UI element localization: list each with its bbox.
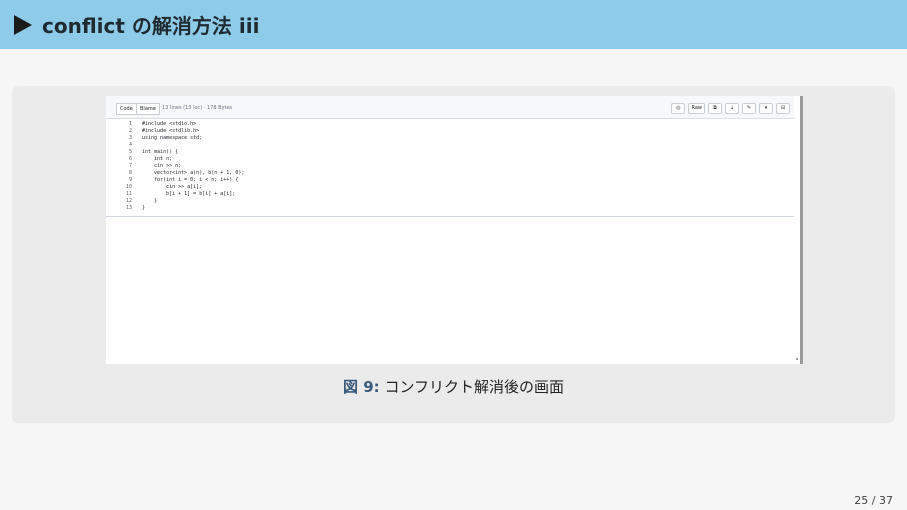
editor-screenshot: Code Blame 13 lines (13 loc) · 178 Bytes… xyxy=(106,96,803,364)
line-number: 2 xyxy=(128,128,132,134)
code-line: 10 cin >> a[i]; xyxy=(106,184,794,190)
figure-label: 図 9: xyxy=(342,378,380,396)
code-text: for(int i = 0; i < n; i++) { xyxy=(142,177,239,183)
edit-icon[interactable]: ✎ xyxy=(742,103,756,114)
code-text: #include <stdio.h> xyxy=(142,121,197,127)
line-number: 9 xyxy=(128,177,132,183)
code-text: int n; xyxy=(142,156,173,162)
slide-title: conflict の解消方法 iii xyxy=(42,14,260,38)
page-number: 25 / 37 xyxy=(854,494,893,507)
code-text: } xyxy=(142,198,158,204)
code-text: cin >> n; xyxy=(142,163,182,169)
line-number: 7 xyxy=(128,163,132,169)
code-area: 1 #include <stdio.h> 2 #include <stdlib.h> 3… xyxy=(106,121,794,217)
code-text: using namespace std; xyxy=(142,135,203,141)
line-number: 3 xyxy=(128,135,132,141)
code-line: 5 int main() { xyxy=(106,149,794,155)
line-number: 10 xyxy=(125,184,132,190)
scrollbar[interactable] xyxy=(796,358,798,360)
code-text: cin >> a[i]; xyxy=(142,184,203,190)
code-line: 1 #include <stdio.h> xyxy=(106,121,794,127)
more-icon[interactable]: ▾ xyxy=(759,103,773,114)
code-text: } xyxy=(142,205,146,211)
code-line: 3 using namespace std; xyxy=(106,135,794,141)
panel-icon[interactable]: ⊟ xyxy=(776,103,790,114)
line-number: 1 xyxy=(128,121,132,127)
code-line: 7 cin >> n; xyxy=(106,163,794,169)
code-text: int main() { xyxy=(142,149,179,155)
copilot-icon[interactable]: ◎ xyxy=(671,103,686,114)
editor-toolbar: Code Blame 13 lines (13 loc) · 178 Bytes… xyxy=(106,96,794,119)
figure-box: Code Blame 13 lines (13 loc) · 178 Bytes… xyxy=(12,86,895,423)
line-number: 8 xyxy=(128,170,132,176)
raw-button[interactable]: Raw xyxy=(688,103,705,114)
toolbar-actions: ◎ Raw ⧉ ↓ ✎ ▾ ⊟ xyxy=(671,103,790,114)
tab-code[interactable]: Code xyxy=(116,103,137,115)
code-text: #include <stdlib.h> xyxy=(142,128,200,134)
code-line: 8 vector<int> a(n), b(n + 1, 0); xyxy=(106,170,794,176)
download-icon[interactable]: ↓ xyxy=(725,103,739,114)
code-line: 4 xyxy=(106,142,794,148)
code-line: 11 b[i + 1] = b[i] + a[i]; xyxy=(106,191,794,197)
line-number: 11 xyxy=(125,191,132,197)
line-number: 6 xyxy=(128,156,132,162)
code-line: 2 #include <stdlib.h> xyxy=(106,128,794,134)
code-line: 13} xyxy=(106,205,794,211)
code-text: vector<int> a(n), b(n + 1, 0); xyxy=(142,170,245,176)
copy-icon[interactable]: ⧉ xyxy=(708,103,722,114)
figure-caption: 図 9: コンフリクト解消後の画面 xyxy=(12,376,895,397)
line-number: 13 xyxy=(125,205,132,211)
tab-blame[interactable]: Blame xyxy=(136,103,160,115)
slide-header: conflict の解消方法 iii xyxy=(0,0,907,49)
code-line: 6 int n; xyxy=(106,156,794,162)
figure-caption-text: コンフリクト解消後の画面 xyxy=(384,378,564,396)
code-line: 12 } xyxy=(106,198,794,204)
code-text: b[i + 1] = b[i] + a[i]; xyxy=(142,191,236,197)
triangle-bullet-icon xyxy=(14,14,32,35)
line-number: 5 xyxy=(128,149,132,155)
line-number: 4 xyxy=(128,142,132,148)
code-line: 9 for(int i = 0; i < n; i++) { xyxy=(106,177,794,183)
line-number: 12 xyxy=(125,198,132,204)
file-info: 13 lines (13 loc) · 178 Bytes xyxy=(162,105,233,111)
